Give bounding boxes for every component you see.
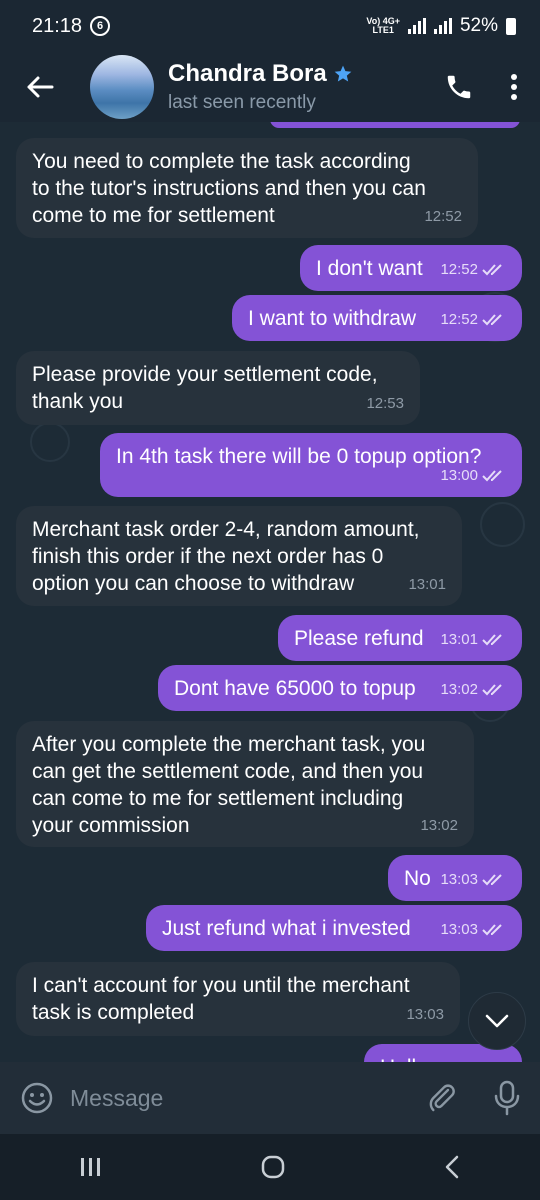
message-time-row: 13:01 (440, 626, 506, 653)
back-button[interactable] (0, 52, 80, 122)
message-input[interactable] (70, 1084, 426, 1112)
message-time: 13:00 (440, 467, 478, 484)
status-bar: 21:18 6 Vo) 4G+ LTE1 52% (0, 0, 540, 52)
message-time: 12:52 (440, 311, 478, 328)
message-text: After you complete the merchant task, yo… (32, 733, 426, 837)
message-bubble-incoming[interactable]: You need to complete the task according … (16, 138, 478, 238)
emoji-icon[interactable] (20, 1081, 54, 1115)
message-bubble-outgoing[interactable]: Dont have 65000 to topup 13:02 (158, 665, 522, 711)
message-bubble-outgoing[interactable]: In 4th task there will be 0 topup option… (100, 433, 522, 497)
double-check-icon (482, 469, 502, 481)
phone-call-icon[interactable] (444, 72, 474, 102)
message-bubble-outgoing[interactable]: Just refund what i invested 13:03 (146, 905, 522, 951)
chat-area[interactable]: You need to complete the task according … (0, 122, 540, 1062)
message-bubble-outgoing[interactable]: I don't want 12:52 (300, 245, 522, 291)
more-options-icon[interactable] (510, 73, 518, 101)
previous-message-edge (270, 122, 520, 128)
message-text: Please provide your settlement code, tha… (32, 363, 378, 413)
network-label: Vo) 4G+ LTE1 (366, 17, 400, 35)
signal-2-icon (433, 18, 452, 34)
message-bubble-outgoing[interactable]: I want to withdraw 12:52 (232, 295, 522, 341)
message-time-row: 12:52 (440, 256, 506, 283)
message-bubble-incoming[interactable]: Please provide your settlement code, tha… (16, 351, 420, 425)
message-time: 13:03 (440, 871, 478, 888)
message-time: 13:03 (440, 921, 478, 938)
star-icon (334, 65, 352, 82)
notification-indicator-icon: 6 (90, 16, 111, 36)
message-text: Hello (380, 1054, 506, 1062)
double-check-icon (482, 263, 502, 275)
contact-name: Chandra Bora (168, 60, 327, 87)
system-nav-bar (0, 1134, 540, 1200)
message-time: 12:53 (366, 395, 404, 412)
header-actions (444, 72, 540, 102)
message-time: 13:02 (440, 681, 478, 698)
back-arrow-icon (27, 76, 54, 98)
status-right: Vo) 4G+ LTE1 52% (366, 15, 516, 37)
message-bubble-outgoing[interactable]: No 13:03 (388, 855, 522, 901)
battery-percent: 52% (459, 15, 498, 36)
battery-icon (506, 17, 516, 35)
double-check-icon (482, 313, 502, 325)
message-bubble-incoming[interactable]: Merchant task order 2-4, random amount, … (16, 506, 462, 606)
message-text: You need to complete the task according … (32, 150, 426, 227)
double-check-icon (482, 923, 502, 935)
message-time: 12:52 (424, 208, 462, 225)
message-composer (0, 1062, 540, 1134)
message-bubble-outgoing[interactable]: Please refund 13:01 (278, 615, 522, 661)
message-bubble-incoming[interactable]: I can't account for you until the mercha… (16, 962, 460, 1036)
contact-name-row: Chandra Bora (168, 60, 444, 88)
doodle-decoration (480, 502, 525, 547)
message-time: 13:01 (440, 631, 478, 648)
signal-icon (407, 18, 426, 34)
message-time: 13:02 (420, 817, 458, 834)
status-time: 21:18 (32, 14, 83, 37)
recent-apps-icon[interactable] (78, 1155, 104, 1179)
message-time: 12:52 (440, 261, 478, 278)
contact-info[interactable]: Chandra Bora last seen recently (168, 60, 444, 114)
message-time: 13:03 (406, 1006, 444, 1023)
doodle-decoration (30, 422, 70, 462)
message-time-row: 13:02 (440, 676, 506, 703)
message-time-row: 13:03 (440, 916, 506, 943)
message-bubble-incoming[interactable]: After you complete the merchant task, yo… (16, 721, 474, 847)
chat-header: Chandra Bora last seen recently (0, 52, 540, 122)
double-check-icon (482, 633, 502, 645)
message-text: I can't account for you until the mercha… (32, 974, 410, 1024)
home-icon[interactable] (259, 1153, 287, 1181)
double-check-icon (482, 683, 502, 695)
message-text: Merchant task order 2-4, random amount, … (32, 518, 420, 595)
message-time-row: 12:52 (440, 306, 506, 333)
attach-icon[interactable] (426, 1082, 458, 1114)
back-nav-icon[interactable] (442, 1154, 462, 1180)
message-time: 13:01 (408, 576, 446, 593)
chevron-down-icon (485, 1014, 509, 1028)
status-left: 21:18 6 (32, 14, 111, 38)
message-time-row: 13:03 (440, 866, 506, 893)
contact-status: last seen recently (168, 92, 316, 113)
double-check-icon (482, 873, 502, 885)
network-label-bottom: LTE1 (372, 25, 394, 35)
microphone-icon[interactable] (494, 1080, 520, 1116)
message-time-row: 13:00 (440, 462, 506, 489)
avatar[interactable] (90, 55, 154, 119)
scroll-down-button[interactable] (468, 992, 526, 1050)
